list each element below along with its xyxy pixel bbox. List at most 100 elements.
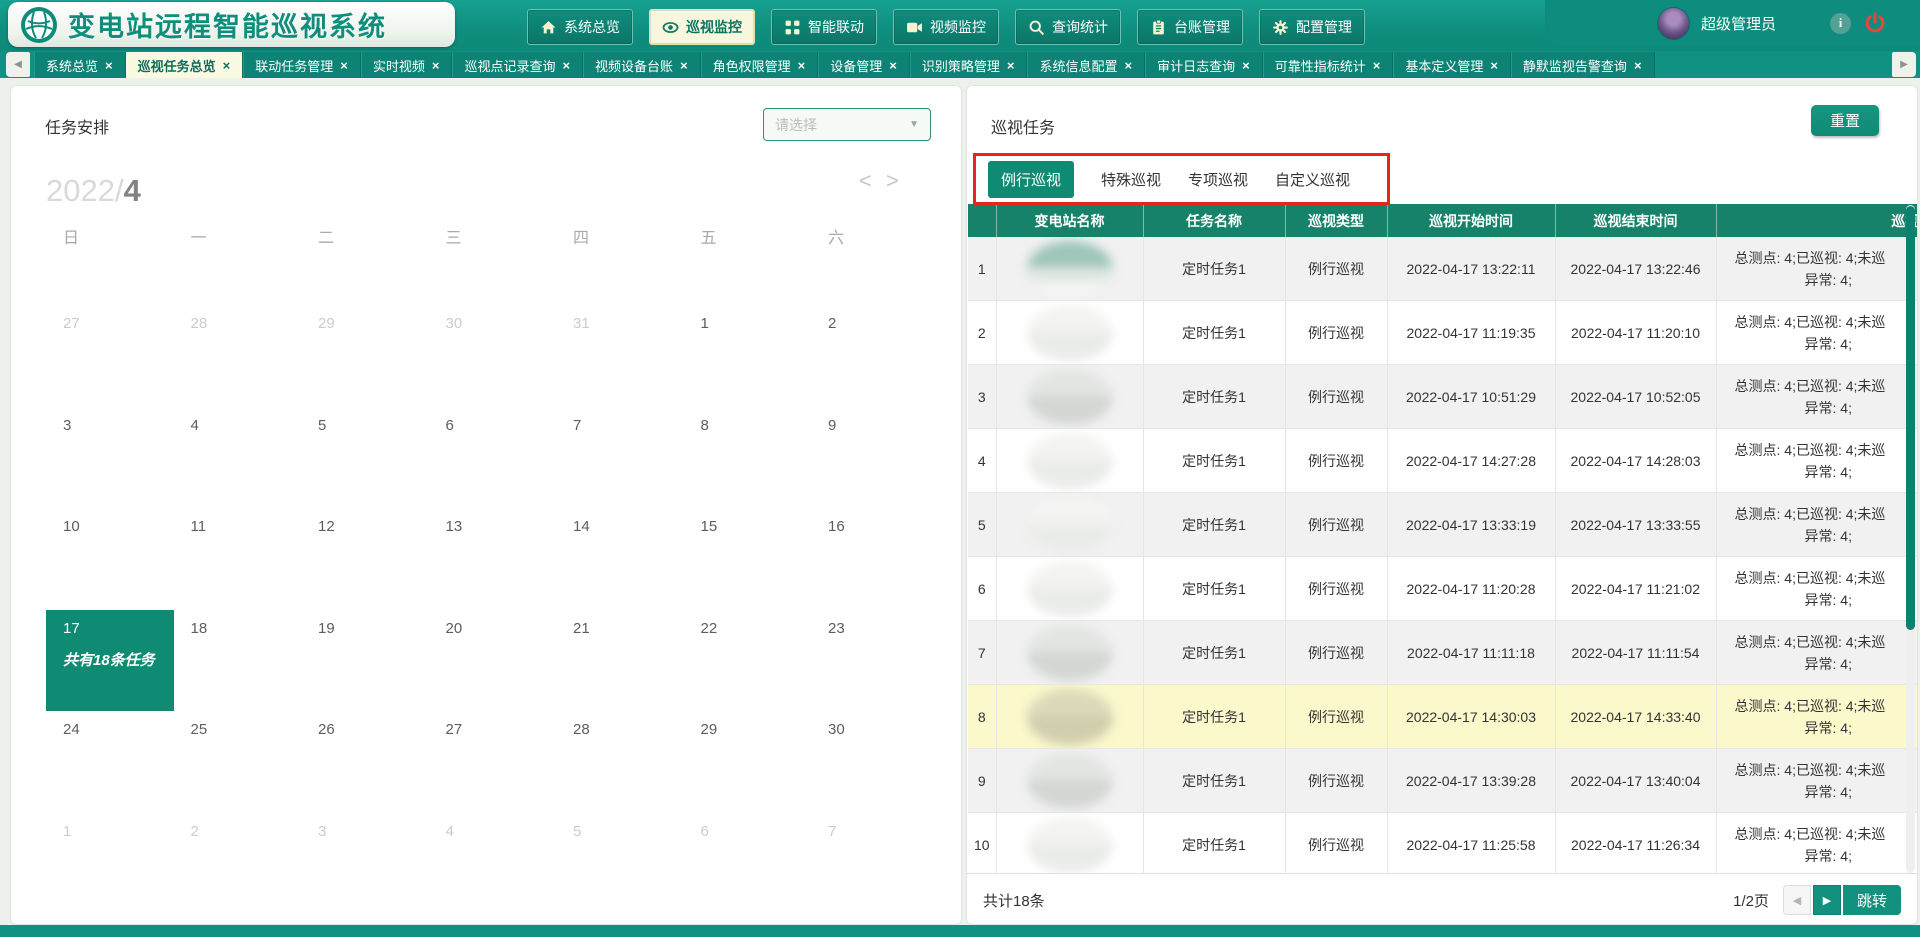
tab-10[interactable]: 系统信息配置× [1027, 52, 1145, 78]
calendar-day[interactable]: 5 [301, 407, 429, 509]
calendar-prev-icon[interactable]: < [859, 168, 872, 194]
tab-4[interactable]: 实时视频× [361, 52, 453, 78]
inspection-type-tab-4[interactable]: 自定义巡视 [1275, 169, 1350, 190]
calendar-day[interactable]: 4 [174, 407, 302, 509]
table-row[interactable]: 8定时任务1例行巡视2022-04-17 14:30:032022-04-17 … [968, 685, 1917, 749]
reset-button[interactable]: 重置 [1811, 105, 1879, 136]
calendar-day[interactable]: 21 [556, 610, 684, 712]
inspection-type-tab-2[interactable]: 特殊巡视 [1101, 169, 1161, 190]
calendar-day[interactable]: 6 [429, 407, 557, 509]
tab-11[interactable]: 审计日志查询× [1145, 52, 1263, 78]
tab-close-icon[interactable]: × [798, 59, 806, 72]
calendar-day[interactable]: 28 [556, 711, 684, 813]
table-row[interactable]: 3定时任务1例行巡视2022-04-17 10:51:292022-04-17 … [968, 365, 1917, 429]
nav-button-eye[interactable]: 巡视监控 [649, 9, 755, 45]
calendar-day[interactable]: 4 [429, 813, 557, 915]
nav-button-home[interactable]: 系统总览 [527, 9, 633, 45]
calendar-day-selected[interactable]: 17共有18条任务 [46, 610, 174, 712]
calendar-day[interactable]: 24 [46, 711, 174, 813]
calendar-day[interactable]: 2 [811, 305, 939, 407]
table-row[interactable]: 5定时任务1例行巡视2022-04-17 13:33:192022-04-17 … [968, 493, 1917, 557]
table-row[interactable]: 1定时任务1例行巡视2022-04-17 13:22:112022-04-17 … [968, 237, 1917, 301]
calendar-day[interactable]: 15 [684, 508, 812, 610]
tab-close-icon[interactable]: × [1634, 59, 1642, 72]
calendar-day[interactable]: 28 [174, 305, 302, 407]
calendar-day[interactable]: 29 [301, 305, 429, 407]
calendar-day[interactable]: 8 [684, 407, 812, 509]
tab-close-icon[interactable]: × [680, 59, 688, 72]
table-row[interactable]: 4定时任务1例行巡视2022-04-17 14:27:282022-04-17 … [968, 429, 1917, 493]
calendar-day[interactable]: 1 [684, 305, 812, 407]
table-row[interactable]: 2定时任务1例行巡视2022-04-17 11:19:352022-04-17 … [968, 301, 1917, 365]
calendar-day[interactable]: 11 [174, 508, 302, 610]
inspection-type-tab-3[interactable]: 专项巡视 [1188, 169, 1248, 190]
tab-close-icon[interactable]: × [223, 59, 231, 72]
calendar-day[interactable]: 5 [556, 813, 684, 915]
tab-close-icon[interactable]: × [1373, 59, 1381, 72]
calendar-day[interactable]: 12 [301, 508, 429, 610]
nav-button-linkage[interactable]: 智能联动 [771, 9, 877, 45]
calendar-day[interactable]: 6 [684, 813, 812, 915]
calendar-day[interactable]: 30 [811, 711, 939, 813]
prev-page-button[interactable]: ◀ [1783, 885, 1811, 915]
calendar-day[interactable]: 30 [429, 305, 557, 407]
jump-page-button[interactable]: 跳转 [1843, 885, 1901, 915]
tab-close-icon[interactable]: × [562, 59, 570, 72]
inspection-type-tab-1[interactable]: 例行巡视 [988, 161, 1074, 198]
calendar-day[interactable]: 7 [556, 407, 684, 509]
table-row[interactable]: 7定时任务1例行巡视2022-04-17 11:11:182022-04-17 … [968, 621, 1917, 685]
nav-button-ledger[interactable]: 台账管理 [1137, 9, 1243, 45]
tab-close-icon[interactable]: × [340, 59, 348, 72]
tab-close-icon[interactable]: × [889, 59, 897, 72]
tab-scroll-right-icon[interactable]: ▶ [1892, 52, 1916, 77]
info-icon[interactable]: i [1830, 13, 1851, 34]
calendar-day[interactable]: 13 [429, 508, 557, 610]
calendar-day[interactable]: 3 [301, 813, 429, 915]
tab-scroll-left-icon[interactable]: ◀ [6, 52, 30, 77]
calendar-day[interactable]: 29 [684, 711, 812, 813]
table-row[interactable]: 6定时任务1例行巡视2022-04-17 11:20:282022-04-17 … [968, 557, 1917, 621]
calendar-day[interactable]: 22 [684, 610, 812, 712]
nav-button-search[interactable]: 查询统计 [1015, 9, 1121, 45]
tab-12[interactable]: 可靠性指标统计× [1263, 52, 1394, 78]
calendar-day[interactable]: 31 [556, 305, 684, 407]
next-page-button[interactable]: ▶ [1813, 885, 1841, 915]
tab-close-icon[interactable]: × [1007, 59, 1015, 72]
tab-close-icon[interactable]: × [1125, 59, 1133, 72]
calendar-day[interactable]: 3 [46, 407, 174, 509]
calendar-day[interactable]: 26 [301, 711, 429, 813]
calendar-day[interactable]: 20 [429, 610, 557, 712]
tab-14[interactable]: 静默监视告警查询× [1511, 52, 1655, 78]
tab-2[interactable]: 巡视任务总览× [126, 52, 244, 78]
power-logout-icon[interactable] [1864, 12, 1886, 34]
calendar-day[interactable]: 1 [46, 813, 174, 915]
calendar-day[interactable]: 14 [556, 508, 684, 610]
tab-close-icon[interactable]: × [105, 59, 113, 72]
table-row[interactable]: 9定时任务1例行巡视2022-04-17 13:39:282022-04-17 … [968, 749, 1917, 813]
tab-close-icon[interactable]: × [1242, 59, 1250, 72]
calendar-day[interactable]: 7 [811, 813, 939, 915]
tab-9[interactable]: 识别策略管理× [910, 52, 1028, 78]
tab-1[interactable]: 系统总览× [34, 52, 126, 78]
station-select[interactable]: 请选择 ▼ [763, 108, 931, 141]
calendar-day[interactable]: 18 [174, 610, 302, 712]
calendar-next-icon[interactable]: > [886, 168, 899, 194]
calendar-day[interactable]: 2 [174, 813, 302, 915]
tab-3[interactable]: 联动任务管理× [243, 52, 361, 78]
table-scrollbar-thumb[interactable] [1906, 206, 1915, 630]
user-avatar[interactable] [1657, 7, 1690, 40]
calendar-day[interactable]: 27 [429, 711, 557, 813]
tab-6[interactable]: 视频设备台账× [583, 52, 701, 78]
tab-8[interactable]: 设备管理× [818, 52, 910, 78]
calendar-day[interactable]: 16 [811, 508, 939, 610]
calendar-day[interactable]: 25 [174, 711, 302, 813]
calendar-day[interactable]: 23 [811, 610, 939, 712]
calendar-day[interactable]: 19 [301, 610, 429, 712]
calendar-day[interactable]: 10 [46, 508, 174, 610]
table-row[interactable]: 10定时任务1例行巡视2022-04-17 11:25:582022-04-17… [968, 813, 1917, 874]
calendar-day[interactable]: 27 [46, 305, 174, 407]
tab-13[interactable]: 基本定义管理× [1393, 52, 1511, 78]
nav-button-video[interactable]: 视频监控 [893, 9, 999, 45]
nav-button-gear[interactable]: 配置管理 [1259, 9, 1365, 45]
tab-7[interactable]: 角色权限管理× [701, 52, 819, 78]
